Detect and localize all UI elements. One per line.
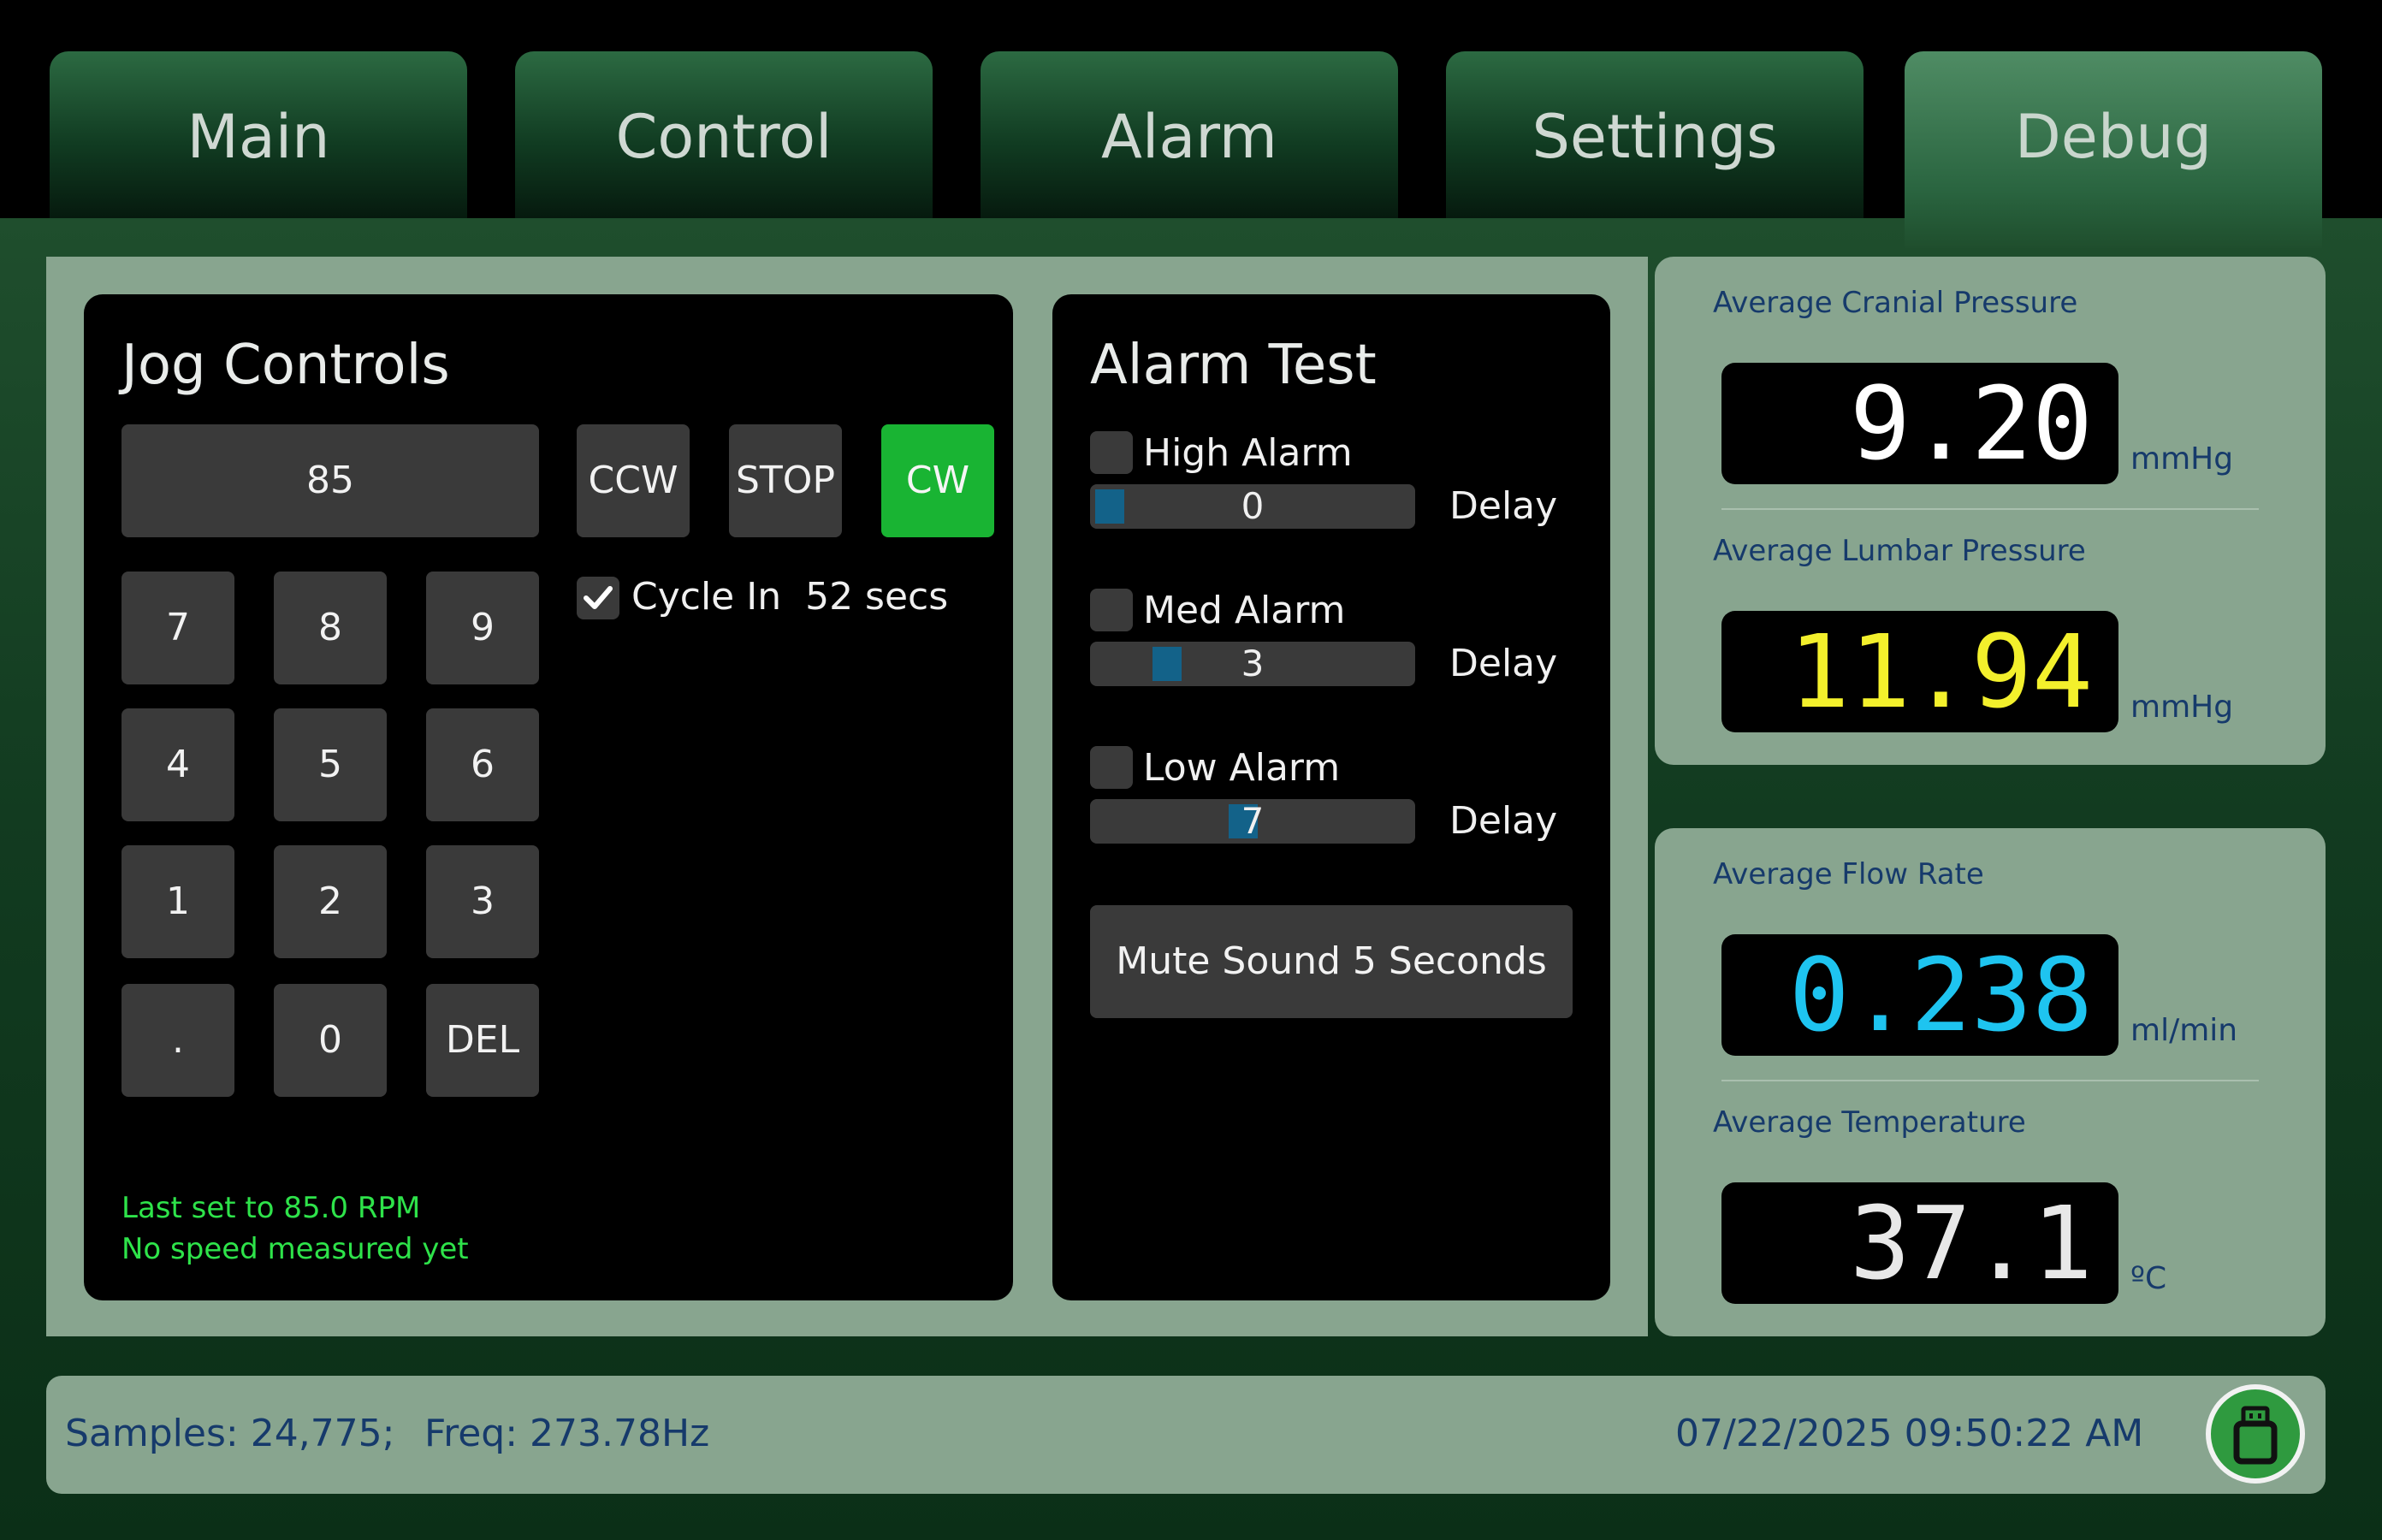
cw-button[interactable]: CW (881, 424, 994, 537)
samples-count: Samples: 24,775; (65, 1412, 395, 1455)
high-alarm-label: High Alarm (1143, 431, 1353, 475)
tab-settings[interactable]: Settings (1446, 51, 1864, 218)
cranial-pressure-label: Average Cranial Pressure (1713, 286, 2078, 320)
checkmark-icon (584, 586, 613, 609)
keypad-2[interactable]: 2 (274, 845, 387, 958)
jog-controls-card: Jog Controls 85 CCW STOP CW 7 8 9 4 5 6 … (84, 294, 1013, 1300)
cycle-checkbox[interactable] (577, 577, 619, 619)
keypad-5[interactable]: 5 (274, 708, 387, 821)
speed-display[interactable]: 85 (121, 424, 539, 537)
stop-button[interactable]: STOP (729, 424, 842, 537)
keypad-8[interactable]: 8 (274, 572, 387, 684)
low-alarm-delay-label: Delay (1449, 799, 1558, 843)
divider (1721, 508, 2259, 510)
med-alarm-delay-label: Delay (1449, 642, 1558, 685)
high-alarm-delay-label: Delay (1449, 484, 1558, 528)
keypad-4[interactable]: 4 (121, 708, 234, 821)
keypad-3[interactable]: 3 (426, 845, 539, 958)
alarm-test-title: Alarm Test (1090, 334, 1377, 397)
low-alarm-delay-value: 7 (1241, 800, 1265, 842)
jog-controls-title: Jog Controls (121, 334, 450, 397)
high-alarm-delay-value: 0 (1241, 485, 1265, 527)
temperature-label: Average Temperature (1713, 1105, 2026, 1140)
speed-measured-status: No speed measured yet (121, 1232, 469, 1266)
keypad-6[interactable]: 6 (426, 708, 539, 821)
debug-main-panel: Jog Controls 85 CCW STOP CW 7 8 9 4 5 6 … (46, 257, 1648, 1336)
flow-rate-unit: ml/min (2130, 1013, 2238, 1048)
mute-sound-button[interactable]: Mute Sound 5 Seconds (1090, 905, 1573, 1018)
temperature-value: 37.1 (1721, 1182, 2118, 1304)
flow-rate-value: 0.238 (1721, 934, 2118, 1056)
med-alarm-checkbox[interactable] (1090, 589, 1133, 631)
med-alarm-delay-slider[interactable]: 3 (1090, 642, 1415, 686)
tab-main[interactable]: Main (50, 51, 467, 218)
high-alarm-checkbox[interactable] (1090, 431, 1133, 474)
status-footer: Samples: 24,775; Freq: 273.78Hz 07/22/20… (46, 1376, 2326, 1494)
pressure-readout-panel: Average Cranial Pressure 9.20 mmHg Avera… (1655, 257, 2326, 765)
last-set-status: Last set to 85.0 RPM (121, 1191, 421, 1225)
low-alarm-checkbox[interactable] (1090, 746, 1133, 789)
flow-rate-label: Average Flow Rate (1713, 857, 1984, 891)
lumbar-pressure-label: Average Lumbar Pressure (1713, 534, 2086, 568)
tab-debug[interactable]: Debug (1905, 51, 2322, 248)
keypad-decimal[interactable]: . (121, 984, 234, 1097)
high-alarm-delay-slider[interactable]: 0 (1090, 484, 1415, 529)
low-alarm-delay-slider[interactable]: 7 (1090, 799, 1415, 844)
cranial-pressure-value: 9.20 (1721, 363, 2118, 484)
sample-frequency: Freq: 273.78Hz (424, 1412, 710, 1455)
keypad-9[interactable]: 9 (426, 572, 539, 684)
keypad-1[interactable]: 1 (121, 845, 234, 958)
divider (1721, 1080, 2259, 1081)
tab-control[interactable]: Control (515, 51, 933, 218)
med-alarm-delay-value: 3 (1241, 643, 1265, 684)
flow-temp-readout-panel: Average Flow Rate 0.238 ml/min Average T… (1655, 828, 2326, 1336)
cranial-pressure-unit: mmHg (2130, 441, 2234, 477)
keypad-7[interactable]: 7 (121, 572, 234, 684)
lumbar-pressure-unit: mmHg (2130, 690, 2234, 725)
keypad-0[interactable]: 0 (274, 984, 387, 1097)
usb-drive-icon (2233, 1406, 2278, 1465)
alarm-test-card: Alarm Test High Alarm 0 Delay Med Alarm … (1052, 294, 1610, 1300)
keypad-del[interactable]: DEL (426, 984, 539, 1097)
tab-alarm[interactable]: Alarm (981, 51, 1398, 218)
cycle-label: Cycle In 52 secs (631, 575, 949, 619)
low-alarm-label: Low Alarm (1143, 746, 1341, 790)
med-alarm-label: Med Alarm (1143, 589, 1346, 632)
lumbar-pressure-value: 11.94 (1721, 611, 2118, 732)
current-datetime: 07/22/2025 09:50:22 AM (1675, 1412, 2144, 1455)
temperature-unit: ºC (2130, 1261, 2167, 1296)
ccw-button[interactable]: CCW (577, 424, 690, 537)
usb-drive-button[interactable] (2206, 1384, 2305, 1484)
